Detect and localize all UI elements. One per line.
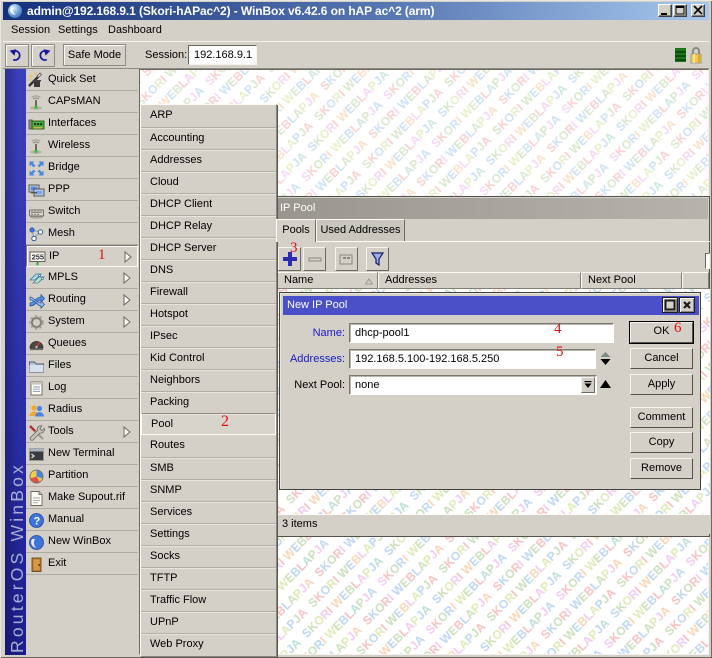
svg-text:255: 255	[32, 253, 45, 262]
svg-text:?: ?	[34, 516, 41, 528]
